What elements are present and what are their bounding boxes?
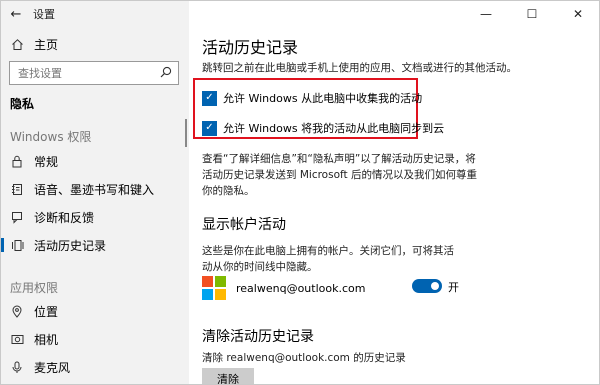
sidebar-item-microphone[interactable]: 麦克风 [1, 352, 189, 382]
main-content: — ☐ ✕ 活动历史记录 跳转回之前在此电脑或手机上使用的应用、文档或进行的其他… [189, 1, 599, 384]
clear-history-description: 清除 realwenq@outlook.com 的历史记录 [202, 352, 406, 364]
settings-window: ← 设置 主页 隐私 Windows 权限 常规 [0, 0, 600, 385]
lock-icon [10, 154, 24, 168]
app-title: 设置 [33, 8, 55, 21]
collect-activity-option[interactable]: ✓ 允许 Windows 从此电脑中收集我的活动 [202, 90, 422, 106]
sidebar: ← 设置 主页 隐私 Windows 权限 常规 [1, 1, 189, 384]
search-box[interactable] [9, 61, 179, 85]
checkbox-label: 允许 Windows 从此电脑中收集我的活动 [223, 92, 423, 105]
sidebar-item-diagnostics[interactable]: 诊断和反馈 [1, 202, 189, 232]
section-header-apps: 应用权限 [10, 281, 59, 295]
maximize-button[interactable]: ☐ [509, 1, 555, 27]
collect-activity-checkbox[interactable]: ✓ [202, 90, 217, 106]
section-header-windows: Windows 权限 [10, 130, 92, 144]
toggle-state-label: 开 [448, 281, 459, 294]
page-title: 活动历史记录 [202, 38, 299, 57]
microsoft-logo-icon [202, 276, 226, 300]
sidebar-item-speech[interactable]: 语音、墨迹书写和键入 [1, 174, 189, 204]
sync-activity-option[interactable]: ✓ 允许 Windows 将我的活动从此电脑同步到云 [202, 120, 444, 136]
clear-history-heading: 清除活动历史记录 [202, 329, 314, 345]
toggle-knob [431, 282, 439, 290]
clear-button[interactable]: 清除 [202, 368, 254, 384]
sidebar-item-label: 语音、墨迹书写和键入 [34, 182, 155, 197]
back-button[interactable]: ← [1, 1, 31, 27]
search-icon[interactable] [160, 66, 172, 81]
sidebar-item-location[interactable]: 位置 [1, 296, 189, 326]
location-icon [10, 304, 24, 318]
sync-activity-checkbox[interactable]: ✓ [202, 120, 217, 136]
notebook-icon [10, 182, 24, 196]
category-title: 隐私 [10, 97, 35, 111]
sidebar-item-label: 诊断和反馈 [34, 210, 95, 225]
sidebar-item-label: 相机 [34, 332, 59, 347]
account-email: realwenq@outlook.com [236, 281, 366, 295]
camera-icon [10, 332, 24, 346]
scrollbar-thumb[interactable] [185, 119, 187, 147]
feedback-icon [10, 210, 24, 224]
title-bar: ← 设置 [1, 1, 189, 27]
minimize-button[interactable]: — [463, 1, 509, 27]
sidebar-item-home[interactable]: 主页 [1, 29, 189, 59]
home-icon [10, 37, 24, 51]
sidebar-item-label: 常规 [34, 154, 59, 169]
accounts-description: 这些是你在此电脑上拥有的帐户。关闭它们，可将其活动从你的时间线中隐藏。 [202, 245, 454, 273]
account-activity-toggle[interactable] [412, 279, 442, 293]
account-row: realwenq@outlook.com [202, 276, 365, 300]
sidebar-item-general[interactable]: 常规 [1, 146, 189, 176]
sidebar-item-activity-history[interactable]: 活动历史记录 [1, 230, 189, 260]
sidebar-item-label: 活动历史记录 [34, 238, 107, 253]
privacy-info-text: 查看“了解详细信息”和“隐私声明”以了解活动历史记录，将活动历史记录发送到 Mi… [202, 153, 477, 197]
close-button[interactable]: ✕ [555, 1, 599, 27]
checkbox-label: 允许 Windows 将我的活动从此电脑同步到云 [223, 122, 445, 135]
window-controls: — ☐ ✕ [463, 1, 599, 27]
sidebar-item-camera[interactable]: 相机 [1, 324, 189, 354]
sidebar-item-label: 位置 [34, 304, 59, 319]
sidebar-item-label: 麦克风 [34, 360, 71, 375]
sidebar-item-label: 主页 [34, 37, 59, 52]
back-arrow-icon: ← [10, 6, 22, 22]
activity-icon [10, 238, 24, 252]
search-input[interactable] [16, 65, 160, 81]
microphone-icon [10, 360, 24, 374]
accounts-heading: 显示帐户活动 [202, 217, 286, 233]
page-description: 跳转回之前在此电脑或手机上使用的应用、文档或进行的其他活动。 [202, 62, 517, 74]
